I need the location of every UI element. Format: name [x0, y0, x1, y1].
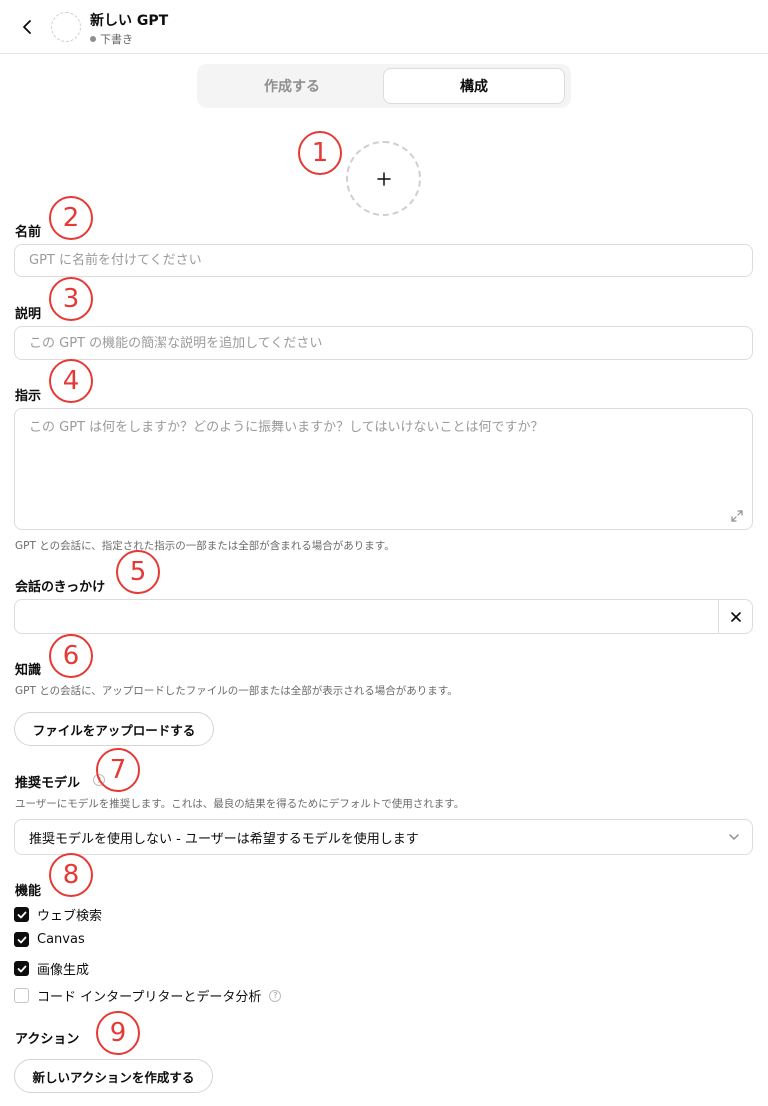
knowledge-label: 知識: [15, 663, 42, 678]
gpt-avatar-placeholder: [51, 12, 81, 42]
conversation-starter-input[interactable]: [14, 599, 753, 634]
capability-label: ウェブ検索: [37, 909, 103, 924]
annotation-marker-8: 8: [49, 853, 93, 897]
checkbox-checked-icon[interactable]: [14, 907, 29, 922]
annotation-marker-6: 6: [49, 634, 93, 678]
annotation-marker-1: 1: [298, 131, 342, 175]
capabilities-label: 機能: [15, 884, 42, 899]
name-label: 名前: [15, 225, 42, 240]
instructions-textarea[interactable]: [14, 408, 753, 530]
capability-web-search[interactable]: ウェブ検索: [14, 905, 102, 924]
upload-files-button[interactable]: ファイルをアップロードする: [14, 712, 214, 746]
starters-label: 会話のきっかけ: [15, 580, 106, 595]
annotation-marker-9: 9: [96, 1011, 140, 1055]
chevron-left-icon: [23, 20, 31, 34]
status-dot-icon: [90, 36, 96, 42]
chevron-down-icon: [729, 834, 739, 841]
annotation-marker-7: 7: [96, 748, 140, 792]
expand-icon[interactable]: [730, 509, 744, 523]
recommended-model-hint: ユーザーにモデルを推奨します。これは、最良の結果を得るためにデフォルトで使用され…: [15, 798, 465, 810]
annotation-marker-2: 2: [49, 196, 93, 240]
draft-status-label: 下書き: [100, 33, 133, 46]
help-icon[interactable]: ?: [269, 989, 282, 1002]
tab-create[interactable]: 作成する: [201, 68, 383, 104]
close-icon: [731, 611, 741, 622]
remove-starter-button[interactable]: [718, 599, 753, 634]
annotation-marker-3: 3: [49, 277, 93, 321]
recommended-model-select[interactable]: 推奨モデルを使用しない - ユーザーは希望するモデルを使用します: [14, 819, 753, 855]
annotation-marker-5: 5: [116, 550, 160, 594]
instructions-label: 指示: [15, 389, 42, 404]
recommended-model-selected: 推奨モデルを使用しない - ユーザーは希望するモデルを使用します: [29, 831, 419, 847]
capability-code-interpreter[interactable]: コード インタープリターとデータ分析 ?: [14, 986, 282, 1005]
capability-canvas[interactable]: Canvas: [14, 932, 85, 947]
avatar-upload-button[interactable]: [346, 141, 421, 216]
checkbox-unchecked-icon[interactable]: [14, 988, 29, 1003]
checkbox-checked-icon[interactable]: [14, 932, 29, 947]
recommended-model-label: 推奨モデル: [15, 776, 81, 791]
create-action-button[interactable]: 新しいアクションを作成する: [14, 1059, 213, 1093]
tab-configure[interactable]: 構成: [383, 68, 565, 104]
plus-icon: [376, 171, 391, 186]
description-label: 説明: [15, 307, 42, 322]
gpt-title: 新しい GPT: [90, 13, 169, 29]
back-button[interactable]: [16, 14, 38, 40]
top-header: 新しい GPT 下書き: [0, 0, 768, 54]
knowledge-hint: GPT との会話に、アップロードしたファイルの一部または全部が表示される場合があ…: [15, 685, 458, 697]
mode-tabs: 作成する 構成: [197, 64, 571, 108]
capability-label: 画像生成: [37, 963, 90, 978]
capability-label: Canvas: [37, 932, 85, 947]
name-input[interactable]: [14, 244, 753, 277]
capability-label: コード インタープリターとデータ分析: [37, 990, 262, 1005]
annotation-marker-4: 4: [49, 359, 93, 403]
checkbox-checked-icon[interactable]: [14, 961, 29, 976]
actions-label: アクション: [15, 1032, 80, 1047]
description-input[interactable]: [14, 326, 753, 360]
draft-status: 下書き: [90, 31, 133, 47]
capability-image-generation[interactable]: 画像生成: [14, 959, 89, 978]
instructions-hint: GPT との会話に、指定された指示の一部または全部が含まれる場合があります。: [15, 540, 395, 552]
